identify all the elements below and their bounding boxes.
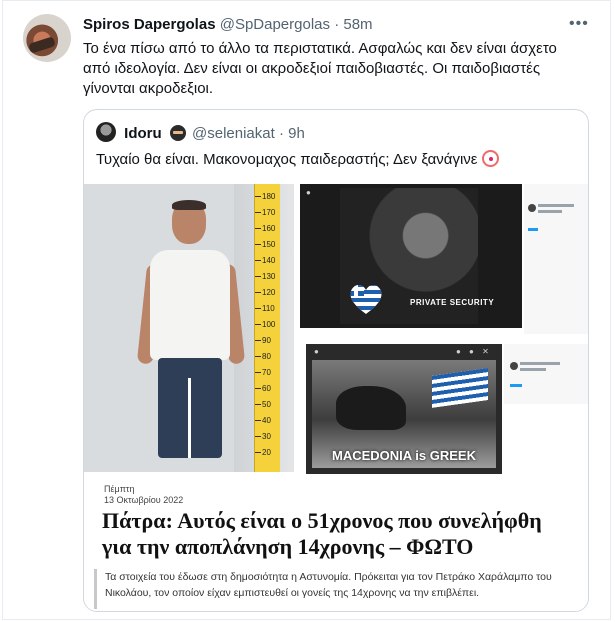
- snippet-reaction: [528, 228, 538, 231]
- ruler-tick: [255, 388, 261, 389]
- ruler-tick-label: 60: [262, 384, 271, 393]
- ruler-tick: [255, 404, 261, 405]
- private-security-label: PRIVATE SECURITY: [410, 298, 495, 307]
- ruler-tick-label: 120: [262, 288, 276, 297]
- ruler-tick: [255, 356, 261, 357]
- ninja-emoji-icon: [169, 125, 186, 141]
- ruler-tick-label: 180: [262, 192, 276, 201]
- ruler-tick-label: 90: [262, 336, 271, 345]
- ruler-tick-label: 50: [262, 400, 271, 409]
- ruler-tick: [255, 212, 261, 213]
- ruler-tick: [255, 196, 261, 197]
- ruler-tick: [255, 276, 261, 277]
- author-handle[interactable]: @SpDapergolas: [220, 16, 330, 33]
- ruler-tick: [255, 340, 261, 341]
- ruler-tick-label: 110: [262, 304, 275, 313]
- quoted-tweet-text: Τυχαίο θα είναι. Μακονομαχος παιδεραστής…: [96, 150, 499, 170]
- ruler-tick-label: 40: [262, 416, 271, 425]
- private-security-photo: ● PRIVATE SECURITY: [300, 184, 522, 328]
- ruler-tick-label: 150: [262, 240, 276, 249]
- snippet-line: [538, 204, 574, 207]
- snippet-line: [520, 368, 546, 371]
- quoted-author-avatar[interactable]: [96, 122, 116, 142]
- article-title-line: Πάτρα: Αυτός είναι ο 51χρονος που συνελή…: [102, 508, 542, 533]
- ruler-tick: [255, 292, 261, 293]
- tweet-header: Spiros Dapergolas @SpDapergolas · 58m: [83, 16, 373, 34]
- article-lead-line: Τα στοιχεία του έδωσε στη δημοσιότητα η …: [105, 571, 552, 583]
- snippet-line: [538, 210, 562, 213]
- ruler-tick: [255, 244, 261, 245]
- quoted-author-name[interactable]: Idoru: [124, 125, 162, 142]
- ruler-tick-label: 100: [262, 320, 276, 329]
- ruler-tick: [255, 260, 261, 261]
- fb-icon: ●: [306, 188, 314, 197]
- person-hair: [172, 200, 206, 210]
- tweet-text-line: Το ένα πίσω από το άλλο τα περιστατικά. …: [83, 40, 557, 57]
- snippet-avatar: [510, 362, 518, 370]
- author-name[interactable]: Spiros Dapergolas: [83, 16, 216, 33]
- article-day: Πέμπτη: [104, 484, 135, 494]
- quoted-tweet-media-image[interactable]: 180 170 160 150 140 130 120 110 100 90 80 70 60 50 40 3…: [84, 184, 588, 611]
- separator-dot: ·: [334, 16, 340, 33]
- article-title-line: για την αποπλάνηση 14χρονης – ΦΩΤΟ: [102, 534, 474, 559]
- tweet-text: Το ένα πίσω από το άλλο τα περιστατικά. …: [83, 39, 583, 99]
- macedonia-photo: ● ● ● ✕ MACEDONIA is GREEK: [306, 344, 502, 474]
- ruler-tick-label: 160: [262, 224, 276, 233]
- ruler-tick-label: 20: [262, 448, 271, 457]
- ruler-tick-label: 30: [262, 432, 271, 441]
- person-shirt: [150, 250, 230, 360]
- tweet-time[interactable]: 58m: [343, 16, 372, 33]
- article-lead-line: Νικολάου, τον οποίον είχαν εμπιστευθεί ο…: [105, 587, 480, 599]
- ruler-tick-label: 140: [262, 256, 276, 265]
- zoom-icons: ● ● ✕: [456, 347, 492, 356]
- ruler-tick-label: 70: [262, 368, 271, 377]
- ruler-tick-label: 80: [262, 352, 271, 361]
- quoted-tweet-text-content: Τυχαίο θα είναι. Μακονομαχος παιδεραστής…: [96, 151, 478, 168]
- greek-flag-heart-icon: [350, 284, 382, 314]
- article-lead: Τα στοιχεία του έδωσε στη δημοσιότητα η …: [94, 569, 588, 609]
- quoted-author-handle[interactable]: @seleniakat: [192, 125, 275, 142]
- ruler-tick-label: 130: [262, 272, 276, 281]
- ruler-tick: [255, 436, 261, 437]
- height-ruler: 180 170 160 150 140 130 120 110 100 90 80 70 60 50 40 3…: [254, 184, 280, 472]
- ruler-tick: [255, 420, 261, 421]
- snippet-line: [520, 362, 560, 365]
- facebook-post-snippet: [504, 344, 588, 404]
- ruler-tick: [255, 324, 261, 325]
- ruler-tick: [255, 308, 261, 309]
- tweet-card[interactable]: Spiros Dapergolas @SpDapergolas · 58m ••…: [2, 0, 611, 620]
- quoted-tweet-header: Idoru @seleniakat · 9h: [96, 122, 305, 143]
- snippet-avatar: [528, 204, 536, 212]
- article-date: 13 Οκτωβρίου 2022: [104, 495, 184, 505]
- facebook-post-snippet: [524, 184, 588, 334]
- person-jeans: [158, 358, 222, 458]
- snippet-reaction: [510, 384, 522, 387]
- horse-rider-silhouette: [336, 386, 406, 430]
- article-title: Πάτρα: Αυτός είναι ο 51χρονος που συνελή…: [102, 508, 588, 560]
- ruler-tick: [255, 372, 261, 373]
- tweet-text-line: γίνονται ακροδεξιοι.: [83, 80, 214, 97]
- fb-icon: ●: [314, 347, 322, 356]
- ruler-tick: [255, 452, 261, 453]
- quoted-tweet[interactable]: Idoru @seleniakat · 9h Τυχαίο θα είναι. …: [83, 109, 589, 612]
- quoted-tweet-time[interactable]: 9h: [288, 125, 305, 142]
- separator-dot: ·: [278, 125, 284, 142]
- ruler-tick-label: 170: [262, 208, 276, 217]
- author-avatar[interactable]: [23, 14, 71, 62]
- tweet-text-line: από ιδεολογία. Δεν είναι οι ακροδεξιοί π…: [83, 60, 541, 77]
- ruler-tick: [255, 228, 261, 229]
- more-dots-icon[interactable]: •••: [569, 15, 589, 33]
- macedonia-label: MACEDONIA is GREEK: [332, 448, 476, 463]
- mugshot-photo: 180 170 160 150 140 130 120 110 100 90 80 70 60 50 40 3…: [84, 184, 294, 472]
- clown-face-icon: [481, 150, 499, 167]
